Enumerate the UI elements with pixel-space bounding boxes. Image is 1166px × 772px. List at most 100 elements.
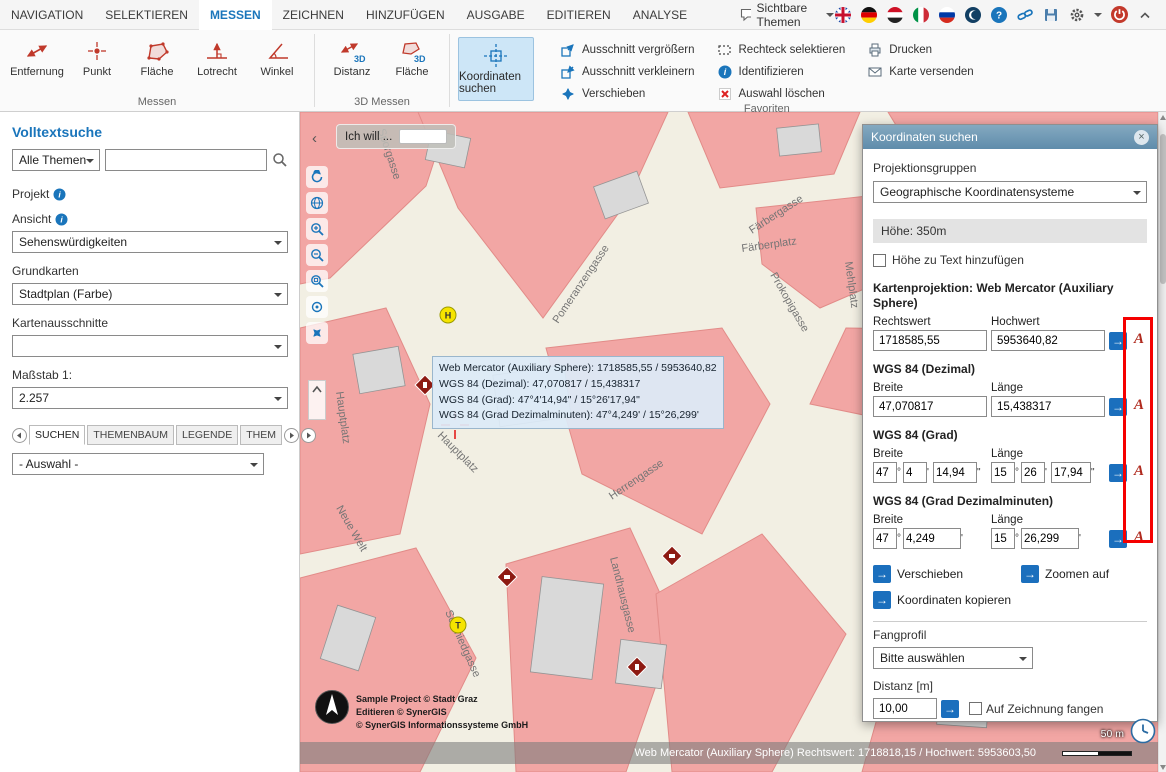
menu-selektieren[interactable]: SELEKTIEREN: [94, 0, 199, 30]
language-flag-de[interactable]: [860, 6, 878, 24]
zoom-out-button[interactable]: [306, 244, 328, 266]
language-crescent-icon[interactable]: [964, 6, 982, 24]
zoom-to-coordinate-button[interactable]: → Zoomen auf: [1021, 565, 1109, 583]
menu-navigation[interactable]: NAVIGATION: [0, 0, 94, 30]
dm-lon-deg-input[interactable]: [991, 528, 1015, 549]
decimal-lon-input[interactable]: [991, 396, 1105, 417]
dm-lon-min-input[interactable]: [1021, 528, 1079, 549]
apply-dm-button[interactable]: →: [1109, 530, 1127, 548]
refresh-map-button[interactable]: [306, 166, 328, 188]
rechtswert-input[interactable]: [873, 330, 987, 351]
zoom-in-extent-button[interactable]: Ausschnitt vergrößern: [560, 40, 695, 59]
measure-3d-area-button[interactable]: 3D Fläche: [383, 34, 441, 78]
history-clock-button[interactable]: [1130, 718, 1156, 749]
link-icon[interactable]: [1016, 6, 1034, 24]
menu-ausgabe[interactable]: AUSGABE: [456, 0, 536, 30]
dms-lon-min-input[interactable]: [1021, 462, 1045, 483]
ich-will-input[interactable]: [399, 129, 447, 144]
dms-lat-min-input[interactable]: [903, 462, 927, 483]
measure-3d-distance-button[interactable]: 3D Distanz: [323, 34, 381, 78]
tab-themen[interactable]: THEM: [240, 425, 282, 445]
basemap-select[interactable]: Stadtplan (Farbe): [12, 283, 288, 305]
measure-perpendicular-button[interactable]: Lotrecht: [188, 34, 246, 78]
visible-themes-dropdown[interactable]: Sichtbare Themen: [740, 1, 834, 29]
sidebar-collapse-button[interactable]: ‹: [312, 130, 317, 147]
measure-distance-button[interactable]: Entfernung: [8, 34, 66, 78]
apply-mercator-button[interactable]: →: [1109, 332, 1127, 350]
menu-editieren[interactable]: EDITIEREN: [536, 0, 622, 30]
scrollbar-down-arrow[interactable]: [1159, 762, 1166, 772]
apply-distance-button[interactable]: →: [941, 700, 959, 718]
tab-themenbaum[interactable]: THEMENBAUM: [87, 425, 174, 445]
menu-messen[interactable]: MESSEN: [199, 0, 272, 30]
collapse-ribbon-chevron-icon[interactable]: [1136, 6, 1154, 24]
language-flag-it[interactable]: [912, 6, 930, 24]
dm-lat-min-input[interactable]: [903, 528, 961, 549]
measure-angle-button[interactable]: Winkel: [248, 34, 306, 78]
map-scroll-up-button[interactable]: [308, 380, 326, 420]
north-compass-icon[interactable]: [314, 689, 350, 730]
vertical-scrollbar[interactable]: [1158, 112, 1166, 772]
tab-legende[interactable]: LEGENDE: [176, 425, 238, 445]
tabs-prev-button[interactable]: [12, 428, 27, 443]
logout-power-button[interactable]: [1110, 6, 1128, 24]
clear-selection-button[interactable]: Auswahl löschen: [717, 84, 846, 103]
zoom-in-button[interactable]: [306, 218, 328, 240]
snap-to-drawing-checkbox[interactable]: [969, 702, 982, 715]
view-select[interactable]: Sehenswürdigkeiten: [12, 231, 288, 253]
selection-select[interactable]: - Auswahl -: [12, 453, 264, 475]
tabs-more-button[interactable]: [301, 428, 316, 443]
settings-gear-icon[interactable]: [1068, 6, 1086, 24]
globe-overview-button[interactable]: [306, 192, 328, 214]
fulltext-search-input[interactable]: [105, 149, 267, 171]
settings-caret-icon[interactable]: [1094, 13, 1102, 21]
extent-select[interactable]: [12, 335, 288, 357]
snap-profile-select[interactable]: Bitte auswählen: [873, 647, 1033, 669]
info-icon[interactable]: i: [53, 188, 66, 201]
measure-point-button[interactable]: Punkt: [68, 34, 126, 78]
scrollbar-up-arrow[interactable]: [1159, 112, 1166, 122]
zoom-window-button[interactable]: [306, 270, 328, 292]
poi-t-marker[interactable]: T: [450, 617, 466, 633]
language-flag-ru[interactable]: [938, 6, 956, 24]
rectangle-select-button[interactable]: Rechteck selektieren: [717, 40, 846, 59]
help-icon[interactable]: ?: [990, 6, 1008, 24]
coordinate-search-button[interactable]: Koordinaten suchen: [458, 37, 534, 101]
language-flag-uk[interactable]: [834, 6, 852, 24]
menu-hinzufuegen[interactable]: HINZUFÜGEN: [355, 0, 456, 30]
zoom-out-extent-button[interactable]: Ausschnitt verkleinern: [560, 62, 695, 81]
copy-coordinates-button[interactable]: → Koordinaten kopieren: [873, 591, 1021, 609]
poi-h-marker[interactable]: H: [440, 307, 456, 323]
dms-lat-deg-input[interactable]: [873, 462, 897, 483]
language-flag-eg[interactable]: [886, 6, 904, 24]
pan-button[interactable]: Verschieben: [560, 84, 695, 103]
send-map-button[interactable]: Karte versenden: [867, 62, 973, 81]
dms-lat-sec-input[interactable]: [933, 462, 977, 483]
apply-dms-button[interactable]: →: [1109, 464, 1127, 482]
print-button[interactable]: Drucken: [867, 40, 973, 59]
menu-zeichnen[interactable]: ZEICHNEN: [272, 0, 355, 30]
center-target-button[interactable]: [306, 296, 328, 318]
search-icon[interactable]: [272, 152, 288, 168]
tab-suchen[interactable]: SUCHEN: [29, 425, 85, 445]
distance-input[interactable]: [873, 698, 937, 719]
theme-filter-select[interactable]: Alle Themen: [12, 149, 100, 171]
dm-lat-deg-input[interactable]: [873, 528, 897, 549]
decimal-lat-input[interactable]: [873, 396, 987, 417]
apply-decimal-button[interactable]: →: [1109, 398, 1127, 416]
zoom-extent-button[interactable]: [306, 322, 328, 344]
ich-will-widget[interactable]: Ich will ...: [336, 124, 456, 149]
panel-header[interactable]: Koordinaten suchen ×: [863, 125, 1157, 149]
fulltext-search-title[interactable]: Volltextsuche: [12, 124, 289, 140]
pan-to-coordinate-button[interactable]: → Verschieben: [873, 565, 1021, 583]
label-coordinate-icon[interactable]: A: [1131, 529, 1147, 549]
identify-button[interactable]: i Identifizieren: [717, 62, 846, 81]
label-coordinate-icon[interactable]: A: [1131, 331, 1147, 351]
hochwert-input[interactable]: [991, 330, 1105, 351]
label-coordinate-icon[interactable]: A: [1131, 397, 1147, 417]
scale-select[interactable]: 2.257: [12, 387, 288, 409]
label-coordinate-icon[interactable]: A: [1131, 463, 1147, 483]
tabs-next-button[interactable]: [284, 428, 299, 443]
measure-area-button[interactable]: Fläche: [128, 34, 186, 78]
dms-lon-deg-input[interactable]: [991, 462, 1015, 483]
